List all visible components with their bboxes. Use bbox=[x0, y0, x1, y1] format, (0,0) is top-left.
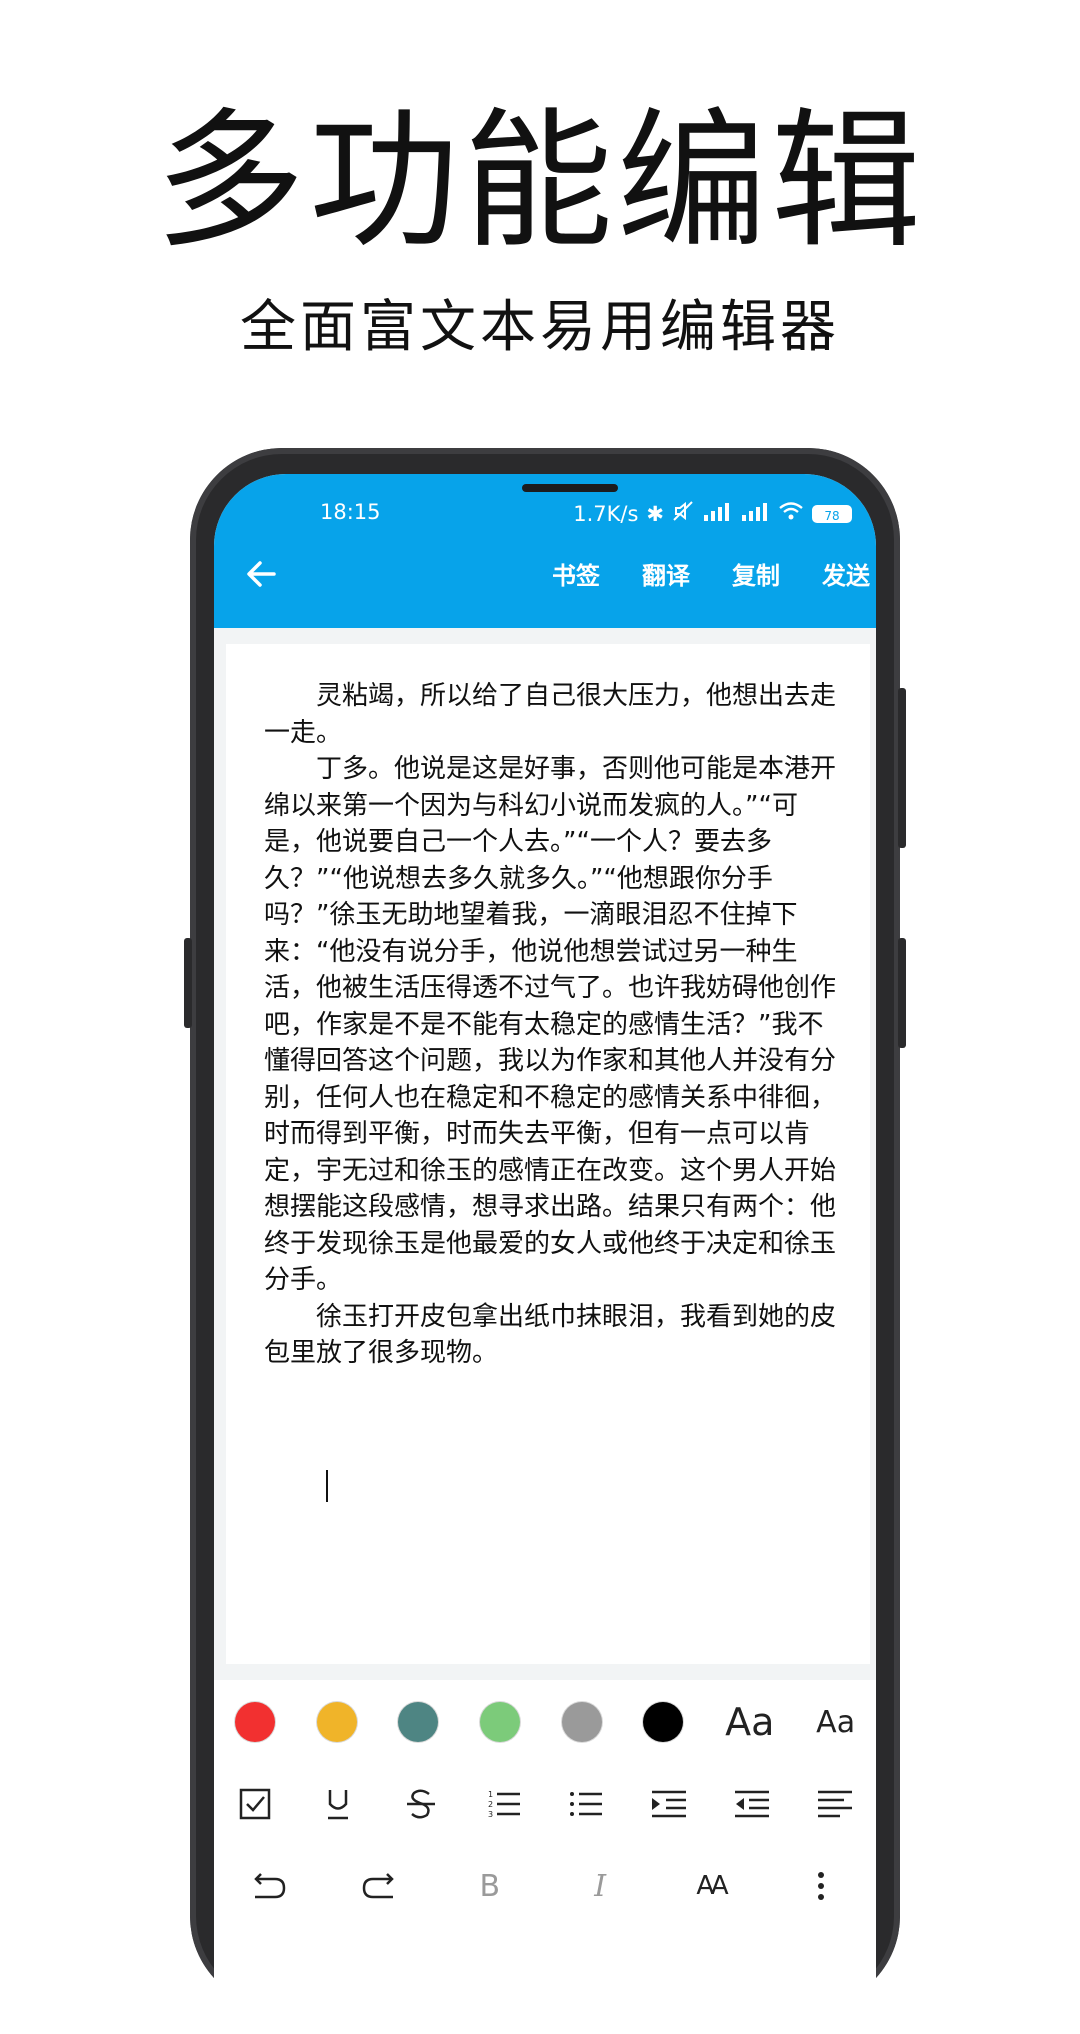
svg-text:1: 1 bbox=[488, 1790, 493, 1799]
color-swatch-gray[interactable] bbox=[561, 1702, 602, 1742]
app-bar: 18:15 1.7K/s ✱ 78 书签 翻译 复制 发送 bbox=[214, 474, 876, 628]
format-panel: Aa Aa 123 B I AA bbox=[214, 1680, 876, 2034]
volume-button bbox=[898, 688, 906, 848]
side-key bbox=[184, 938, 192, 1028]
indent-icon[interactable] bbox=[645, 1780, 693, 1828]
promo-title: 多功能编辑 bbox=[154, 95, 925, 269]
battery-icon: 78 bbox=[812, 504, 852, 523]
undo-icon[interactable] bbox=[245, 1862, 293, 1910]
toolbar-actions: 书签 翻译 复制 发送 bbox=[552, 556, 870, 591]
phone-screen: 18:15 1.7K/s ✱ 78 书签 翻译 复制 发送 灵粘竭，所以给了自己… bbox=[214, 474, 876, 2034]
color-swatch-red[interactable] bbox=[234, 1702, 275, 1742]
bookmark-button[interactable]: 书签 bbox=[552, 556, 600, 591]
action-row: B I AA bbox=[214, 1856, 876, 1916]
strikethrough-icon[interactable] bbox=[397, 1780, 445, 1828]
format-row: 123 bbox=[214, 1774, 876, 1834]
send-button[interactable]: 发送 bbox=[822, 556, 870, 591]
wifi-icon bbox=[778, 501, 804, 526]
more-icon[interactable] bbox=[797, 1862, 845, 1910]
color-swatch-green[interactable] bbox=[480, 1702, 521, 1742]
font-size-small-button[interactable]: Aa bbox=[816, 1705, 855, 1740]
color-swatch-teal[interactable] bbox=[398, 1702, 439, 1742]
paragraph: 丁多。他说是这是好事，否则他可能是本港开绵以来第一个因为与科幻小说而发疯的人。”… bbox=[264, 754, 837, 1295]
promo-subtitle: 全面富文本易用编辑器 bbox=[240, 295, 840, 360]
font-size-large-button[interactable]: Aa bbox=[725, 1700, 774, 1744]
italic-icon[interactable]: I bbox=[576, 1862, 624, 1910]
redo-icon[interactable] bbox=[355, 1862, 403, 1910]
phone-frame: 18:15 1.7K/s ✱ 78 书签 翻译 复制 发送 灵粘竭，所以给了自己… bbox=[184, 448, 906, 2034]
power-button bbox=[898, 938, 906, 1048]
checkbox-icon[interactable] bbox=[231, 1780, 279, 1828]
text-cursor bbox=[326, 1470, 328, 1502]
ordered-list-icon[interactable]: 123 bbox=[480, 1780, 528, 1828]
earpiece bbox=[522, 484, 618, 492]
underline-icon[interactable] bbox=[314, 1780, 362, 1828]
color-swatch-yellow[interactable] bbox=[316, 1702, 357, 1742]
network-speed: 1.7K/s bbox=[573, 501, 639, 526]
bullet-list-icon[interactable] bbox=[562, 1780, 610, 1828]
copy-button[interactable]: 复制 bbox=[732, 556, 780, 591]
paragraph: 徐玉打开皮包拿出纸巾抹眼泪，我看到她的皮包里放了很多现物。 bbox=[264, 1301, 837, 1369]
align-left-icon[interactable] bbox=[811, 1780, 859, 1828]
color-row: Aa Aa bbox=[214, 1692, 876, 1752]
outdent-icon[interactable] bbox=[728, 1780, 776, 1828]
color-swatch-black[interactable] bbox=[643, 1702, 684, 1742]
svg-text:3: 3 bbox=[488, 1810, 493, 1819]
paragraph: 灵粘竭，所以给了自己很大压力，他想出去走一走。 bbox=[264, 681, 837, 748]
signal-icon bbox=[702, 501, 732, 526]
status-icons: 1.7K/s ✱ 78 bbox=[573, 500, 852, 527]
bold-icon[interactable]: B bbox=[466, 1862, 514, 1910]
bluetooth-icon: ✱ bbox=[646, 501, 664, 526]
mute-icon bbox=[672, 500, 694, 527]
font-style-icon[interactable]: AA bbox=[686, 1862, 734, 1910]
svg-text:2: 2 bbox=[488, 1800, 493, 1809]
status-time: 18:15 bbox=[320, 500, 381, 524]
signal-icon-2 bbox=[740, 501, 770, 526]
rich-text-editor[interactable]: 灵粘竭，所以给了自己很大压力，他想出去走一走。 丁多。他说是这是好事，否则他可能… bbox=[226, 644, 870, 1664]
editor-content[interactable]: 灵粘竭，所以给了自己很大压力，他想出去走一走。 丁多。他说是这是好事，否则他可能… bbox=[264, 678, 838, 1372]
translate-button[interactable]: 翻译 bbox=[642, 556, 690, 591]
arrow-left-icon[interactable] bbox=[240, 552, 284, 596]
